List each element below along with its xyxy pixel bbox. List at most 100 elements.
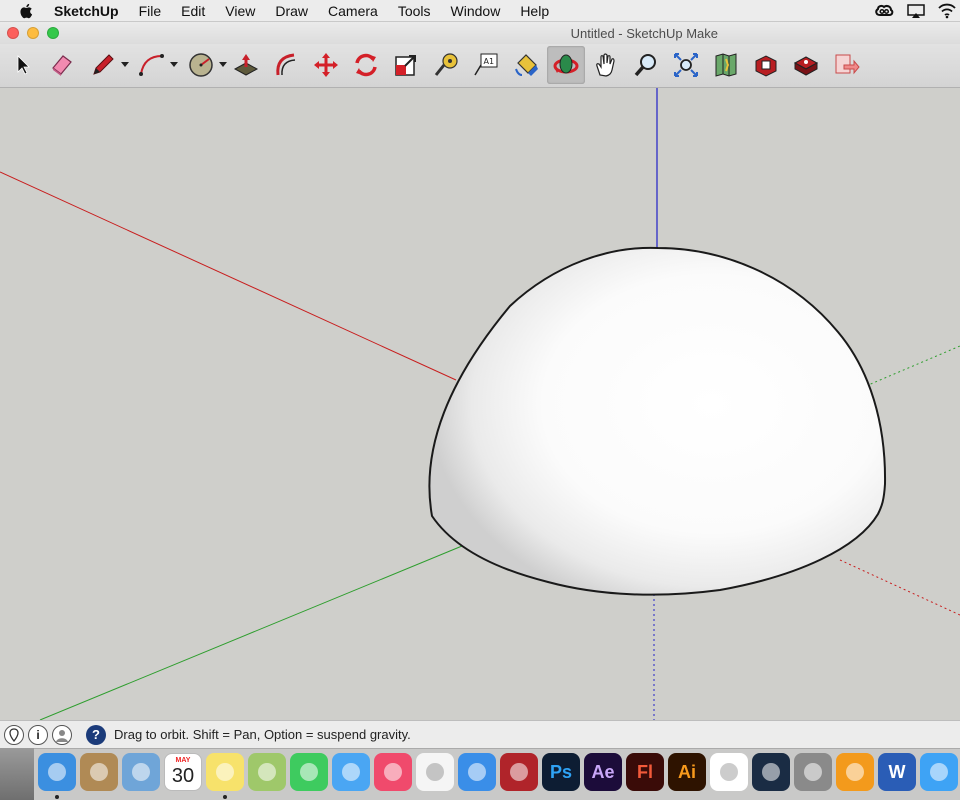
- arc-tool-button[interactable]: [133, 46, 178, 84]
- window-title-bar: Untitled - SketchUp Make: [0, 22, 960, 44]
- dock-app-flash[interactable]: Fl: [626, 753, 664, 791]
- push-pull-icon: [233, 54, 259, 76]
- circle-shape-icon: [189, 53, 213, 77]
- dock-app-calendar[interactable]: MAY 30: [164, 753, 202, 791]
- menu-draw[interactable]: Draw: [265, 0, 318, 22]
- pan-tool-button[interactable]: [587, 46, 625, 84]
- dock-app-label: Fl: [637, 761, 653, 782]
- status-message: Drag to orbit. Shift = Pan, Option = sus…: [114, 727, 411, 742]
- green-axis-line: [39, 545, 463, 720]
- magnifier-icon: [634, 54, 656, 77]
- offset-tool-button[interactable]: [267, 46, 305, 84]
- dock-app-safari[interactable]: [458, 753, 496, 791]
- dock-app-system-preferences[interactable]: [794, 753, 832, 791]
- dock-app-facetime[interactable]: [290, 753, 328, 791]
- window-title: Untitled - SketchUp Make: [570, 26, 718, 41]
- preview-icon: [132, 763, 150, 781]
- text-tool-button[interactable]: A1: [467, 46, 505, 84]
- user-account-icon[interactable]: [52, 724, 72, 745]
- dock-app-notes[interactable]: [206, 753, 244, 791]
- dock-app-iphoto[interactable]: [248, 753, 286, 791]
- hand-icon: [596, 53, 615, 77]
- model-info-icon[interactable]: i: [28, 724, 48, 745]
- green-axis-dotted-line: [865, 345, 960, 387]
- offset-icon: [276, 53, 296, 76]
- airplay-icon[interactable]: [906, 3, 926, 19]
- zoom-extents-tool-button[interactable]: [667, 46, 705, 84]
- send-to-layout-tool-button[interactable]: [827, 46, 865, 84]
- select-tool-button[interactable]: [4, 46, 42, 84]
- dock-app-itunes[interactable]: [374, 753, 412, 791]
- scale-tool-button[interactable]: [387, 46, 425, 84]
- contacts-icon: [90, 763, 108, 781]
- menu-camera[interactable]: Camera: [318, 0, 388, 22]
- text-label-icon: A1: [474, 53, 498, 76]
- dock-app-word[interactable]: W: [878, 753, 916, 791]
- send-to-layout-icon: [835, 54, 860, 75]
- red-axis-dotted-line: [839, 559, 960, 616]
- menu-extras: [874, 3, 960, 19]
- dock-app-app-store[interactable]: [920, 753, 958, 791]
- rotate-tool-button[interactable]: [347, 46, 385, 84]
- dock-app-reminders[interactable]: [416, 753, 454, 791]
- creative-cloud-icon[interactable]: [874, 3, 894, 19]
- photo-booth-icon: [510, 763, 528, 781]
- dock-app-ibooks[interactable]: [836, 753, 874, 791]
- extension-warehouse-tool-button[interactable]: [787, 46, 825, 84]
- dock-app-contacts[interactable]: [80, 753, 118, 791]
- menu-help[interactable]: Help: [510, 0, 559, 22]
- geolocation-icon[interactable]: [4, 724, 24, 745]
- orbit-tool-button[interactable]: [547, 46, 585, 84]
- dock-app-messages[interactable]: [332, 753, 370, 791]
- eraser-tool-button[interactable]: [43, 46, 81, 84]
- arc-dropdown-icon[interactable]: [170, 62, 178, 67]
- wifi-icon[interactable]: [938, 3, 956, 19]
- red-axis-line: [0, 171, 457, 381]
- dock-app-after-effects[interactable]: Ae: [584, 753, 622, 791]
- drawing-viewport[interactable]: [0, 88, 960, 720]
- scene-canvas[interactable]: [0, 88, 960, 720]
- dock-app-label: W: [888, 761, 906, 782]
- facetime-icon: [300, 763, 318, 781]
- menu-tools[interactable]: Tools: [388, 0, 441, 22]
- dock-app-label: Ae: [591, 761, 615, 782]
- main-toolbar: A1: [0, 44, 960, 88]
- instructor-help-icon[interactable]: ?: [86, 724, 106, 745]
- shape-tool-button[interactable]: [182, 46, 227, 84]
- apple-menu-icon[interactable]: [18, 2, 36, 20]
- app-menu[interactable]: SketchUp: [52, 0, 129, 22]
- calendar-day: 30: [171, 765, 195, 787]
- paint-bucket-tool-button[interactable]: [507, 46, 545, 84]
- add-location-tool-button[interactable]: [707, 46, 745, 84]
- dock-app-photoshop[interactable]: Ps: [542, 753, 580, 791]
- hemisphere-shape[interactable]: [428, 246, 887, 596]
- shape-dropdown-icon[interactable]: [219, 62, 227, 67]
- text-tool-glyph: A1: [484, 57, 495, 66]
- menu-window[interactable]: Window: [441, 0, 511, 22]
- dock-app-label: Ai: [678, 761, 696, 782]
- dock-running-indicator: [223, 795, 227, 799]
- eraser-icon: [52, 55, 72, 76]
- move-tool-button[interactable]: [307, 46, 345, 84]
- menu-file[interactable]: File: [129, 0, 172, 22]
- dock-app-photos[interactable]: [710, 753, 748, 791]
- orbit-icon: [553, 54, 579, 74]
- pencil-tool-button[interactable]: [84, 46, 129, 84]
- zoom-tool-button[interactable]: [627, 46, 665, 84]
- dock-app-preview[interactable]: [122, 753, 160, 791]
- tape-measure-tool-button[interactable]: [427, 46, 465, 84]
- pencil-icon: [93, 54, 114, 75]
- arrow-cursor-icon: [17, 55, 30, 75]
- dock-app-photo-booth[interactable]: [500, 753, 538, 791]
- pencil-dropdown-icon[interactable]: [121, 62, 129, 67]
- dock-app-illustrator[interactable]: Ai: [668, 753, 706, 791]
- map-location-icon: [715, 53, 737, 77]
- dock-app-steam[interactable]: [752, 753, 790, 791]
- 3d-warehouse-tool-button[interactable]: [747, 46, 785, 84]
- push-pull-tool-button[interactable]: [227, 46, 265, 84]
- menu-view[interactable]: View: [215, 0, 265, 22]
- menu-edit[interactable]: Edit: [171, 0, 215, 22]
- photos-icon: [720, 763, 738, 781]
- dock-app-finder[interactable]: [38, 753, 76, 791]
- itunes-icon: [384, 763, 402, 781]
